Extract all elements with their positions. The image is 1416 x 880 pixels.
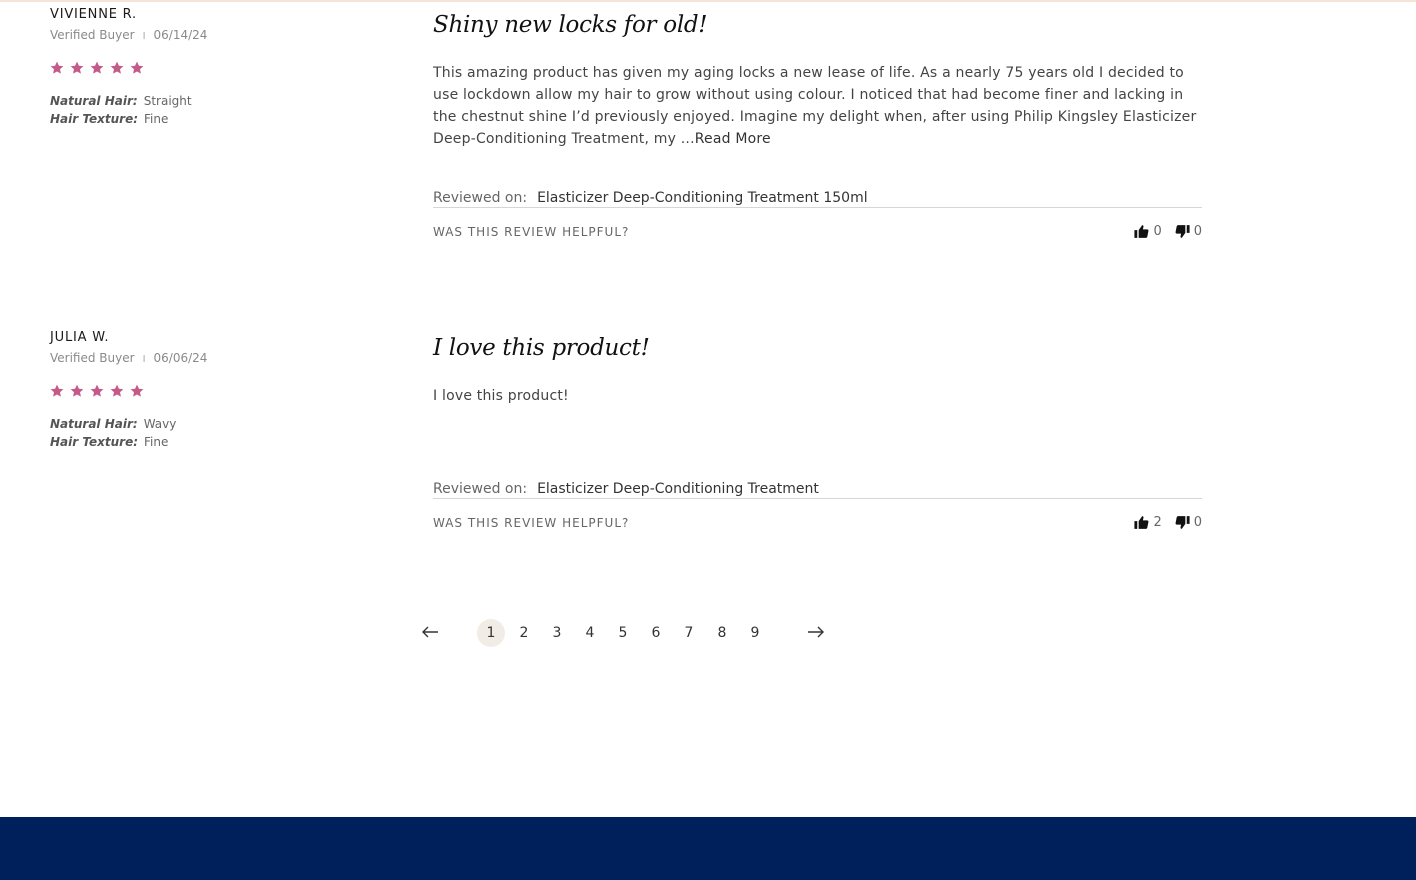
natural-hair-attribute: Natural Hair: Straight [50, 94, 192, 108]
page-9-button[interactable]: 9 [741, 619, 769, 647]
thumbs-up-count: 0 [1153, 224, 1162, 239]
thumbs-up-count: 2 [1153, 515, 1162, 530]
reviewer-name: JULIA W. [50, 330, 110, 345]
hair-texture-label: Hair Texture: [50, 435, 139, 449]
review-date: 06/06/24 [153, 351, 208, 365]
top-divider [0, 0, 1416, 2]
thumbs-up-button[interactable]: 2 [1133, 514, 1162, 531]
reviewer-meta: Verified Buyer I 06/06/24 [50, 351, 207, 365]
reviewed-on: Reviewed on: Elasticizer Deep-Conditionin… [433, 481, 1202, 499]
star-icon [50, 384, 64, 397]
hair-texture-label: Hair Texture: [50, 112, 139, 126]
meta-separator: I [142, 354, 146, 365]
page-5-button[interactable]: 5 [609, 619, 637, 647]
page-1-button[interactable]: 1 [477, 619, 505, 647]
star-icon [90, 384, 104, 397]
thumbs-down-icon [1175, 225, 1190, 238]
verified-badge: Verified Buyer [50, 351, 135, 365]
star-icon [110, 61, 124, 74]
meta-separator: I [142, 31, 146, 42]
helpful-votes: 2 0 [1133, 514, 1202, 531]
thumbs-up-button[interactable]: 0 [1133, 223, 1162, 240]
hair-texture-value: Fine [144, 435, 169, 449]
natural-hair-value: Wavy [143, 417, 177, 431]
page-8-button[interactable]: 8 [708, 619, 736, 647]
star-icon [50, 61, 64, 74]
thumbs-down-button[interactable]: 0 [1174, 223, 1202, 240]
natural-hair-label: Natural Hair: [50, 94, 138, 108]
site-footer [0, 817, 1416, 880]
page-7-button[interactable]: 7 [675, 619, 703, 647]
thumbs-up-icon [1134, 225, 1149, 238]
reviewed-product: Elasticizer Deep-Conditioning Treatment [537, 481, 819, 497]
review-body-text: This amazing product has given my aging … [433, 65, 1197, 147]
thumbs-down-count: 0 [1193, 224, 1202, 239]
review-title: I love this product! [433, 335, 650, 361]
helpful-label: WAS THIS REVIEW HELPFUL? [433, 225, 630, 239]
thumbs-down-icon [1175, 516, 1190, 529]
hair-texture-value: Fine [144, 112, 169, 126]
reviewed-product: Elasticizer Deep-Conditioning Treatment … [537, 190, 868, 206]
hair-texture-attribute: Hair Texture: Fine [50, 112, 168, 126]
thumbs-up-icon [1134, 516, 1149, 529]
page-2-button[interactable]: 2 [510, 619, 538, 647]
star-rating [49, 383, 145, 399]
star-icon [110, 384, 124, 397]
review-body: This amazing product has given my aging … [433, 62, 1203, 150]
helpful-label: WAS THIS REVIEW HELPFUL? [433, 516, 630, 530]
verified-badge: Verified Buyer [50, 28, 135, 42]
reviewer-name: VIVIENNE R. [50, 7, 137, 22]
helpful-row: WAS THIS REVIEW HELPFUL? 2 0 [433, 514, 1202, 534]
reviewed-on-label: Reviewed on: [433, 190, 528, 206]
reviewed-on-label: Reviewed on: [433, 481, 528, 497]
star-icon [70, 384, 84, 397]
natural-hair-attribute: Natural Hair: Wavy [50, 417, 176, 431]
review-date: 06/14/24 [153, 28, 208, 42]
helpful-votes: 0 0 [1133, 223, 1202, 240]
arrow-right-icon[interactable] [804, 620, 828, 644]
star-icon [90, 61, 104, 74]
page-3-button[interactable]: 3 [543, 619, 571, 647]
star-icon [130, 384, 144, 397]
hair-texture-attribute: Hair Texture: Fine [50, 435, 168, 449]
read-more-link[interactable]: Read More [695, 131, 771, 147]
natural-hair-label: Natural Hair: [50, 417, 138, 431]
star-icon [70, 61, 84, 74]
page-6-button[interactable]: 6 [642, 619, 670, 647]
review-body-text: I love this product! [433, 388, 569, 404]
thumbs-down-count: 0 [1193, 515, 1202, 530]
pagination: 1 2 3 4 5 6 7 8 9 [418, 618, 838, 648]
page-4-button[interactable]: 4 [576, 619, 604, 647]
star-icon [130, 61, 144, 74]
reviewed-on: Reviewed on: Elasticizer Deep-Conditionin… [433, 190, 1202, 208]
star-rating [49, 60, 145, 76]
arrow-left-icon[interactable] [418, 620, 442, 644]
natural-hair-value: Straight [143, 94, 192, 108]
review-body: I love this product! [433, 385, 1203, 407]
thumbs-down-button[interactable]: 0 [1174, 514, 1202, 531]
review-title: Shiny new locks for old! [433, 12, 708, 38]
helpful-row: WAS THIS REVIEW HELPFUL? 0 0 [433, 223, 1202, 243]
reviewer-meta: Verified Buyer I 06/14/24 [50, 28, 207, 42]
